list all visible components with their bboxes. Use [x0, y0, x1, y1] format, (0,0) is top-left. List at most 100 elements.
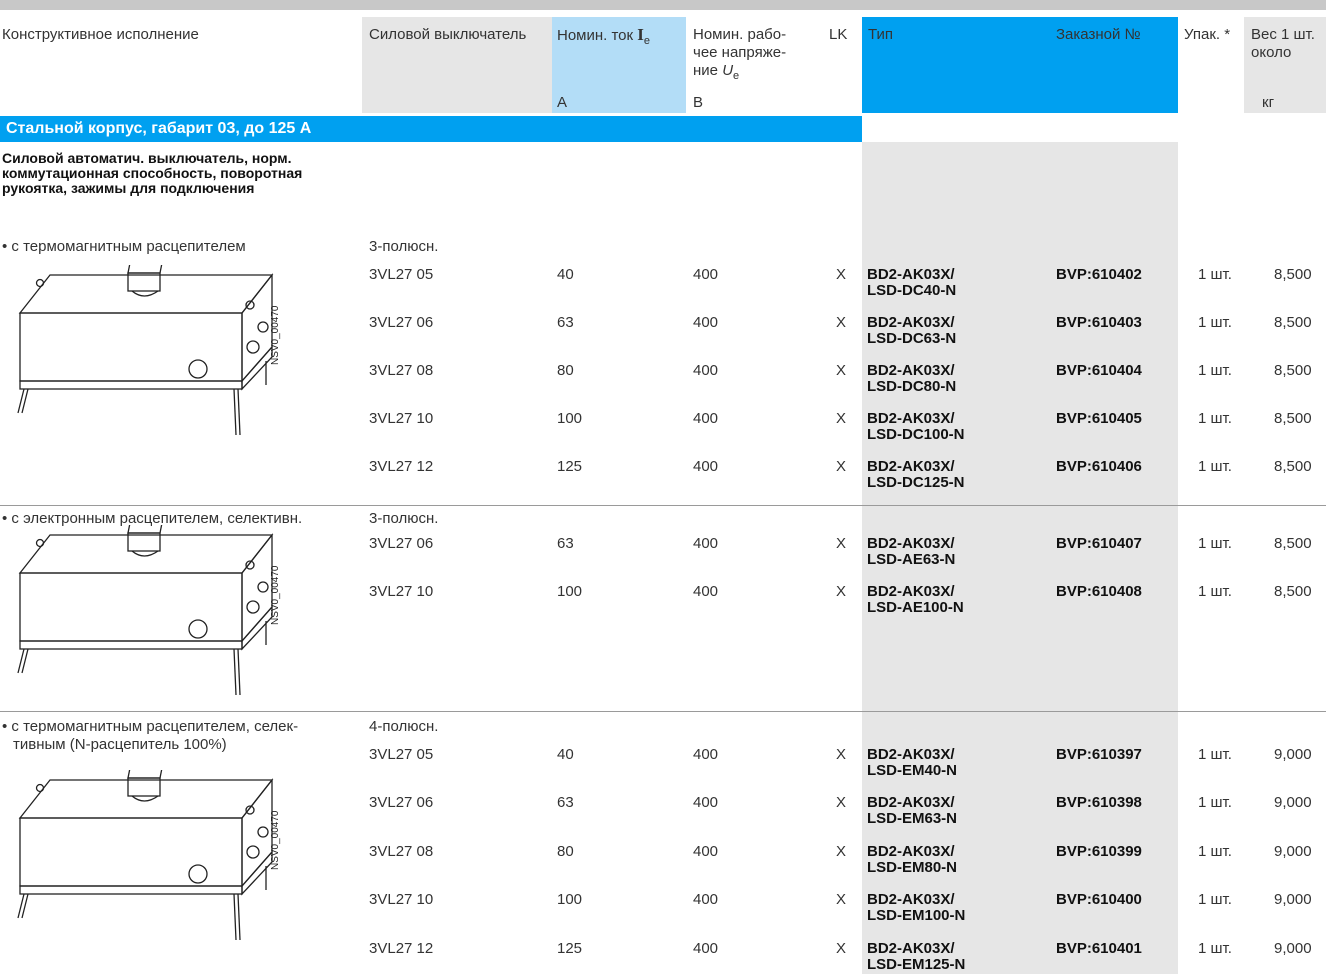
- type-cell-line2: LSD-DC40-N: [867, 282, 957, 299]
- lk-cell: X: [836, 266, 847, 283]
- weight-cell: 8,500: [1274, 410, 1312, 427]
- header-voltage-line3: ние Ue: [693, 62, 740, 82]
- voltage-cell: 400: [693, 794, 719, 811]
- group-divider: [0, 711, 1326, 712]
- drawing-code: NSV0_00470: [270, 565, 281, 625]
- lk-cell: X: [836, 314, 847, 331]
- weight-cell: 9,000: [1274, 891, 1312, 908]
- order-cell: BVP:610406: [1056, 458, 1142, 475]
- lk-cell: X: [836, 362, 847, 379]
- voltage-cell: 400: [693, 891, 719, 908]
- type-cell-line2: LSD-EM63-N: [867, 810, 958, 827]
- current-cell: 100: [557, 583, 583, 600]
- top-rule: [0, 0, 1326, 10]
- voltage-cell: 400: [693, 314, 719, 331]
- weight-cell: 8,500: [1274, 458, 1312, 475]
- lk-cell: X: [836, 458, 847, 475]
- header-pack: Упак. *: [1184, 26, 1231, 43]
- header-breaker: Силовой выключатель: [369, 26, 527, 43]
- breaker-cell: 3VL27 10: [369, 410, 434, 427]
- type-cell-line1: BD2-AK03X/: [867, 266, 955, 283]
- current-cell: 63: [557, 794, 574, 811]
- type-cell-line2: LSD-EM100-N: [867, 907, 966, 924]
- breaker-cell: 3VL27 10: [369, 891, 434, 908]
- voltage-cell: 400: [693, 746, 719, 763]
- order-cell: BVP:610404: [1056, 362, 1142, 379]
- breaker-cell: 3VL27 12: [369, 940, 434, 957]
- weight-cell: 8,500: [1274, 583, 1312, 600]
- weight-cell: 8,500: [1274, 362, 1312, 379]
- type-cell-line1: BD2-AK03X/: [867, 746, 955, 763]
- breaker-cell: 3VL27 10: [369, 583, 434, 600]
- group-poles: 4-полюсн.: [369, 718, 439, 735]
- type-cell-line1: BD2-AK03X/: [867, 891, 955, 908]
- lk-cell: X: [836, 891, 847, 908]
- subheading: Силовой автоматич. выключатель, норм. ко…: [2, 150, 303, 196]
- section-title: Стальной корпус, габарит 03, до 125 А: [0, 116, 862, 142]
- group-label: • с термомагнитным расцепителем: [2, 238, 246, 255]
- current-cell: 100: [557, 410, 583, 427]
- order-cell: BVP:610407: [1056, 535, 1142, 552]
- pack-cell: 1 шт.: [1198, 362, 1232, 379]
- pack-cell: 1 шт.: [1198, 266, 1232, 283]
- breaker-cell: 3VL27 08: [369, 843, 434, 860]
- current-cell: 100: [557, 891, 583, 908]
- type-cell-line2: LSD-DC80-N: [867, 378, 957, 395]
- unit-current: А: [557, 94, 568, 111]
- weight-cell: 8,500: [1274, 535, 1312, 552]
- current-cell: 63: [557, 314, 574, 331]
- order-cell: BVP:610400: [1056, 891, 1142, 908]
- header-weight-line1: Вес 1 шт.: [1251, 26, 1315, 43]
- order-cell: BVP:610398: [1056, 794, 1142, 811]
- pack-cell: 1 шт.: [1198, 794, 1232, 811]
- order-cell: BVP:610408: [1056, 583, 1142, 600]
- pack-cell: 1 шт.: [1198, 891, 1232, 908]
- drawing-code: NSV0_00470: [270, 305, 281, 365]
- lk-cell: X: [836, 535, 847, 552]
- group-divider: [0, 505, 1326, 506]
- lk-cell: X: [836, 583, 847, 600]
- header-current: Номин. ток Ie: [557, 25, 651, 47]
- voltage-cell: 400: [693, 458, 719, 475]
- weight-cell: 9,000: [1274, 843, 1312, 860]
- pack-cell: 1 шт.: [1198, 535, 1232, 552]
- breaker-cell: 3VL27 05: [369, 266, 434, 283]
- weight-cell: 9,000: [1274, 940, 1312, 957]
- weight-cell: 9,000: [1274, 794, 1312, 811]
- lk-cell: X: [836, 746, 847, 763]
- weight-cell: 8,500: [1274, 314, 1312, 331]
- header-type: Тип: [868, 26, 894, 43]
- pack-cell: 1 шт.: [1198, 746, 1232, 763]
- weight-cell: 8,500: [1274, 266, 1312, 283]
- lk-cell: X: [836, 843, 847, 860]
- type-cell-line1: BD2-AK03X/: [867, 794, 955, 811]
- breaker-cell: 3VL27 05: [369, 746, 434, 763]
- current-cell: 125: [557, 458, 583, 475]
- current-cell: 63: [557, 535, 574, 552]
- group-label: • с термомагнитным расцепителем, селек-: [2, 718, 299, 735]
- type-cell-line2: LSD-DC63-N: [867, 330, 957, 347]
- type-cell-line1: BD2-AK03X/: [867, 843, 955, 860]
- header-voltage-line2: чее напряже-: [693, 44, 787, 61]
- type-cell-line2: LSD-DC100-N: [867, 426, 965, 443]
- pack-cell: 1 шт.: [1198, 410, 1232, 427]
- type-cell-line1: BD2-AK03X/: [867, 410, 955, 427]
- header-order-number: Заказной №: [1056, 26, 1141, 43]
- order-cell: BVP:610403: [1056, 314, 1142, 331]
- group-label-line2: тивным (N-расцепитель 100%): [13, 736, 227, 753]
- current-cell: 125: [557, 940, 583, 957]
- type-cell-line1: BD2-AK03X/: [867, 940, 955, 957]
- header-weight-line2: около: [1251, 44, 1292, 61]
- unit-weight: кг: [1262, 94, 1275, 111]
- type-cell-line1: BD2-AK03X/: [867, 362, 955, 379]
- type-cell-line2: LSD-EM40-N: [867, 762, 958, 779]
- type-cell-line2: LSD-DC125-N: [867, 474, 965, 491]
- lk-cell: X: [836, 794, 847, 811]
- pack-cell: 1 шт.: [1198, 458, 1232, 475]
- type-cell-line2: LSD-EM125-N: [867, 956, 966, 973]
- type-cell-line2: LSD-EM80-N: [867, 859, 958, 876]
- type-cell-line1: BD2-AK03X/: [867, 314, 955, 331]
- lk-cell: X: [836, 410, 847, 427]
- order-cell: BVP:610405: [1056, 410, 1142, 427]
- breaker-cell: 3VL27 08: [369, 362, 434, 379]
